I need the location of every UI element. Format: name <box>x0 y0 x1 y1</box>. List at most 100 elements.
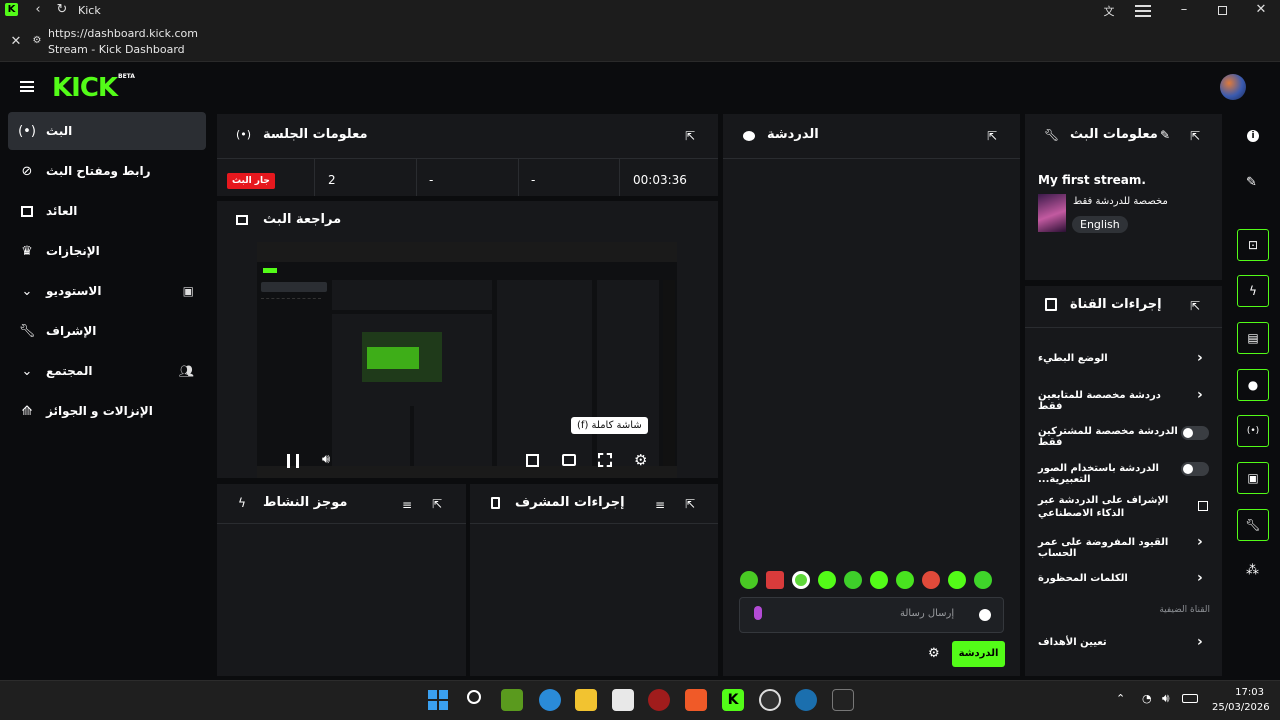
sidebar-item-achievements[interactable]: ♛ الإنجازات <box>8 232 206 270</box>
edit-icon[interactable]: ✎ <box>1246 175 1257 190</box>
sidebar-item-stream[interactable]: (•) البث <box>8 112 206 150</box>
emote-icon[interactable] <box>766 571 784 589</box>
chevron-right-icon[interactable]: › <box>1197 634 1203 650</box>
sidebar-item-drops[interactable]: ⟰ الإنزالات و الجوائز <box>8 392 206 430</box>
reload-icon[interactable]: ↻ <box>54 2 70 17</box>
file-explorer-icon[interactable] <box>575 689 597 711</box>
community-icon[interactable]: ⁂ <box>1246 563 1259 578</box>
edit-icon[interactable]: ✎ <box>1160 128 1170 142</box>
expand-icon[interactable]: ⇱ <box>987 129 997 143</box>
set-goals-label[interactable]: تعيين الأهداف <box>1038 637 1188 648</box>
chevron-right-icon[interactable]: › <box>1197 387 1203 403</box>
ai-moderation-label[interactable]: الإشراف على الدردشة عبر الذكاء الاصطناعي <box>1038 494 1188 520</box>
info-icon[interactable]: i <box>1247 130 1259 142</box>
chat-icon[interactable]: ● <box>1237 369 1269 401</box>
search-icon[interactable] <box>467 690 481 704</box>
subscribers-only-toggle[interactable] <box>1181 426 1209 440</box>
brave-icon[interactable] <box>685 689 707 711</box>
close-window-icon[interactable]: ✕ <box>1253 2 1269 17</box>
chat-send-button[interactable]: الدردشة <box>952 641 1005 667</box>
filter-icon[interactable]: ≡ <box>402 498 412 512</box>
chevron-right-icon[interactable]: › <box>1197 570 1203 586</box>
sidebar-item-studio[interactable]: ⌄ الاستوديو ▣ <box>8 272 206 310</box>
back-icon[interactable]: ‹ <box>30 2 46 17</box>
emote-icon[interactable] <box>844 571 862 589</box>
obs-icon[interactable] <box>759 689 781 711</box>
emote-icon[interactable] <box>740 571 758 589</box>
settings-icon[interactable]: ⚙ <box>634 451 647 469</box>
slow-mode-label[interactable]: الوضع البطيء <box>1038 353 1188 364</box>
wifi-icon[interactable]: ◔ <box>1142 692 1152 705</box>
kick-tab-icon[interactable]: K <box>5 3 18 16</box>
close-icon[interactable]: ✕ <box>8 34 24 49</box>
clip-icon[interactable]: ⊡ <box>1237 229 1269 261</box>
app-icon[interactable] <box>648 689 670 711</box>
translate-icon[interactable]: 文 <box>1101 3 1117 19</box>
sidebar-item-community[interactable]: ⌄ المجتمع 👥︎ <box>8 352 206 390</box>
sidebar-item-stream-key[interactable]: ⊘ رابط ومفتاح البث <box>8 152 206 190</box>
emoji-icon[interactable] <box>979 609 991 621</box>
pip-icon[interactable] <box>526 454 539 467</box>
expand-icon[interactable]: ⇱ <box>685 497 695 511</box>
external-link-icon[interactable] <box>1198 501 1208 511</box>
menu-icon[interactable] <box>1135 5 1151 17</box>
emote-icon[interactable] <box>922 571 940 589</box>
expand-icon[interactable]: ⇱ <box>685 129 695 143</box>
expand-icon[interactable]: ⇱ <box>1190 299 1200 313</box>
sidebar-item-revenue[interactable]: العائد <box>8 192 206 230</box>
expand-icon[interactable]: ⇱ <box>432 497 442 511</box>
note-icon[interactable]: ▤ <box>1237 322 1269 354</box>
sidebar-item-label: الإنجازات <box>46 244 100 258</box>
site-settings-icon[interactable]: ⚙ <box>30 35 44 46</box>
kick-logo[interactable]: KICK <box>52 73 118 103</box>
chevron-right-icon[interactable]: › <box>1197 534 1203 550</box>
volume-icon[interactable]: 🔊︎ <box>1162 691 1170 706</box>
chevron-right-icon[interactable]: › <box>1197 350 1203 366</box>
fullscreen-icon[interactable] <box>598 453 612 467</box>
emote-icon[interactable] <box>948 571 966 589</box>
windows-start-icon[interactable] <box>428 690 448 710</box>
clock-date[interactable]: 25/03/2026 <box>1212 702 1270 713</box>
broadcast-icon[interactable]: (•) <box>1237 415 1269 447</box>
hamburger-icon[interactable] <box>20 81 34 92</box>
emote-icon[interactable] <box>896 571 914 589</box>
banned-words-label[interactable]: الكلمات المحظورة <box>1038 573 1188 584</box>
chat-input-placeholder: إرسال رسالة <box>900 608 955 619</box>
url-text[interactable]: https://dashboard.kick.com <box>48 27 198 40</box>
emote-icon[interactable] <box>818 571 836 589</box>
expand-icon[interactable]: ⇱ <box>1190 129 1200 143</box>
emote-icon[interactable] <box>792 571 810 589</box>
avatar[interactable] <box>1220 74 1246 100</box>
store-icon[interactable] <box>612 689 634 711</box>
kick-app-icon[interactable]: K <box>722 689 744 711</box>
minimize-icon[interactable]: – <box>1176 2 1192 17</box>
volume-icon[interactable]: 🔊︎ <box>322 452 330 467</box>
mic-icon[interactable] <box>754 606 762 620</box>
chat-settings-icon[interactable]: ⚙ <box>928 646 940 661</box>
emote-icon[interactable] <box>974 571 992 589</box>
edge-icon[interactable] <box>539 689 561 711</box>
sidebar-item-moderation[interactable]: 🔧︎ الإشراف <box>8 312 206 350</box>
chat-input-box[interactable] <box>739 597 1004 633</box>
account-age-label[interactable]: القيود المفروضة على عمر الحساب <box>1038 537 1188 559</box>
tray-chevron-icon[interactable]: ⌃ <box>1116 692 1125 705</box>
channel-icon[interactable]: ▣ <box>1237 462 1269 494</box>
pause-icon[interactable] <box>287 454 299 468</box>
maximize-icon[interactable] <box>1218 6 1227 15</box>
clock-time[interactable]: 17:03 <box>1228 687 1264 698</box>
filter-icon[interactable]: ≡ <box>655 498 665 512</box>
emote-only-toggle[interactable] <box>1181 462 1209 476</box>
steam-icon[interactable] <box>795 689 817 711</box>
wrench-icon[interactable]: 🔧︎ <box>1237 509 1269 541</box>
stream-preview-video[interactable] <box>257 242 677 478</box>
battery-icon[interactable] <box>1182 694 1198 703</box>
app-icon[interactable] <box>832 689 854 711</box>
nvidia-icon[interactable] <box>501 689 523 711</box>
status-badge: جار البث <box>227 173 275 189</box>
lightning-icon[interactable]: ϟ <box>1237 275 1269 307</box>
viewer-count: 2 <box>328 173 336 187</box>
emote-icon[interactable] <box>870 571 888 589</box>
stream-title: My first stream. <box>1038 173 1146 187</box>
cast-icon[interactable] <box>562 454 576 466</box>
followers-only-label[interactable]: دردشة مخصصة للمتابعين فقط <box>1038 390 1188 412</box>
